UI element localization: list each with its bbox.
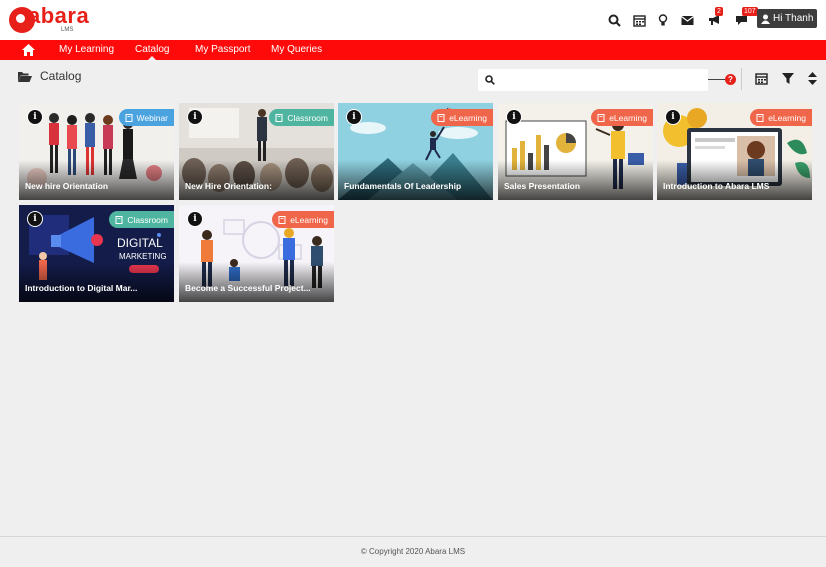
chat-icon[interactable]: 107 [733, 7, 758, 28]
calendar-view-icon[interactable] [755, 72, 768, 90]
book-icon [115, 215, 123, 224]
info-icon[interactable]: i [27, 211, 43, 227]
course-title: Become a Successful Project... [185, 283, 311, 293]
filter-icon[interactable] [782, 72, 794, 90]
help-connector [708, 79, 725, 80]
book-icon [278, 215, 286, 224]
course-type-tag: Classroom [269, 109, 334, 126]
course-card[interactable]: i eLearning Introduction to Abara LMS [657, 103, 812, 200]
logo-text: abara [28, 3, 90, 28]
course-title: Fundamentals Of Leadership [344, 181, 462, 191]
brand-logo[interactable]: abara LMS [9, 3, 89, 35]
course-type-label: eLearning [609, 112, 647, 123]
info-icon[interactable]: i [665, 109, 681, 125]
course-type-tag: eLearning [750, 109, 812, 126]
course-type-tag: Webinar [118, 109, 174, 126]
card-overlay [179, 262, 334, 302]
messages-badge: 107 [742, 7, 758, 16]
book-icon [437, 113, 445, 122]
book-icon [275, 113, 283, 122]
course-title: New Hire Orientation: [185, 181, 272, 191]
user-greeting: Hi Thanh [773, 13, 814, 24]
course-type-label: eLearning [449, 112, 487, 123]
user-icon [761, 14, 770, 24]
catalog-search-input[interactable] [500, 69, 700, 91]
course-type-tag: eLearning [431, 109, 493, 126]
course-type-label: Classroom [287, 112, 328, 123]
card-overlay [19, 160, 174, 200]
search-icon [485, 75, 495, 85]
art-marketing-text: MARKETING [119, 252, 167, 261]
page-heading: Catalog [18, 69, 81, 83]
course-type-label: Classroom [127, 214, 168, 225]
announcements-badge: 2 [715, 7, 723, 16]
sort-icon[interactable] [808, 72, 817, 90]
book-icon [597, 113, 605, 122]
info-icon[interactable]: i [506, 109, 522, 125]
user-menu-button[interactable]: Hi Thanh [757, 9, 817, 28]
info-icon[interactable]: i [187, 211, 203, 227]
course-type-tag: eLearning [591, 109, 653, 126]
card-overlay [657, 160, 812, 200]
book-icon [756, 113, 764, 122]
footer-divider [0, 536, 826, 537]
mail-icon[interactable] [679, 12, 695, 28]
top-header: abara LMS 2 107 Hi Thanh [0, 0, 826, 40]
course-type-tag: eLearning [272, 211, 334, 228]
nav-my-learning[interactable]: My Learning [59, 44, 114, 55]
course-card[interactable]: DIGITAL MARKETING i Classroom Introducti… [19, 205, 174, 302]
card-overlay [19, 262, 174, 302]
catalog-search [478, 69, 708, 91]
card-overlay [498, 160, 653, 200]
course-type-label: Webinar [136, 112, 169, 123]
search-icon[interactable] [606, 12, 622, 28]
card-overlay [338, 160, 493, 200]
course-title: New hire Orientation [25, 181, 109, 191]
course-card[interactable]: i Webinar New hire Orientation [19, 103, 174, 200]
nav-my-passport[interactable]: My Passport [195, 44, 251, 55]
card-overlay [179, 160, 334, 200]
footer-copyright: © Copyright 2020 Abara LMS [360, 547, 466, 556]
course-card[interactable]: i eLearning Become a Successful Project.… [179, 205, 334, 302]
art-digital-text: DIGITAL [117, 236, 163, 250]
lightbulb-icon[interactable] [655, 12, 671, 28]
course-title: Introduction to Digital Mar... [25, 283, 138, 293]
info-icon[interactable]: i [27, 109, 43, 125]
logo-subtext: LMS [61, 27, 74, 33]
home-icon[interactable] [22, 43, 35, 61]
course-type-label: eLearning [290, 214, 328, 225]
help-icon[interactable]: ? [725, 74, 736, 85]
course-type-tag: Classroom [109, 211, 174, 228]
info-icon[interactable]: i [187, 109, 203, 125]
course-card[interactable]: i eLearning Fundamentals Of Leadership [338, 103, 493, 200]
info-icon[interactable]: i [346, 109, 362, 125]
course-type-label: eLearning [768, 112, 806, 123]
course-card[interactable]: i eLearning Sales Presentation [498, 103, 653, 200]
book-icon [125, 113, 132, 122]
course-card[interactable]: i Classroom New Hire Orientation: [179, 103, 334, 200]
nav-my-queries[interactable]: My Queries [271, 44, 322, 55]
megaphone-icon[interactable]: 2 [706, 7, 723, 28]
calendar-icon[interactable] [631, 12, 647, 28]
toolbar-divider [741, 68, 742, 90]
nav-catalog[interactable]: Catalog [135, 44, 169, 60]
course-title: Introduction to Abara LMS [663, 181, 770, 191]
page-title: Catalog [40, 69, 82, 83]
course-title: Sales Presentation [504, 181, 581, 191]
main-nav: My Learning Catalog My Passport My Queri… [0, 40, 826, 60]
folder-open-icon [18, 71, 32, 82]
